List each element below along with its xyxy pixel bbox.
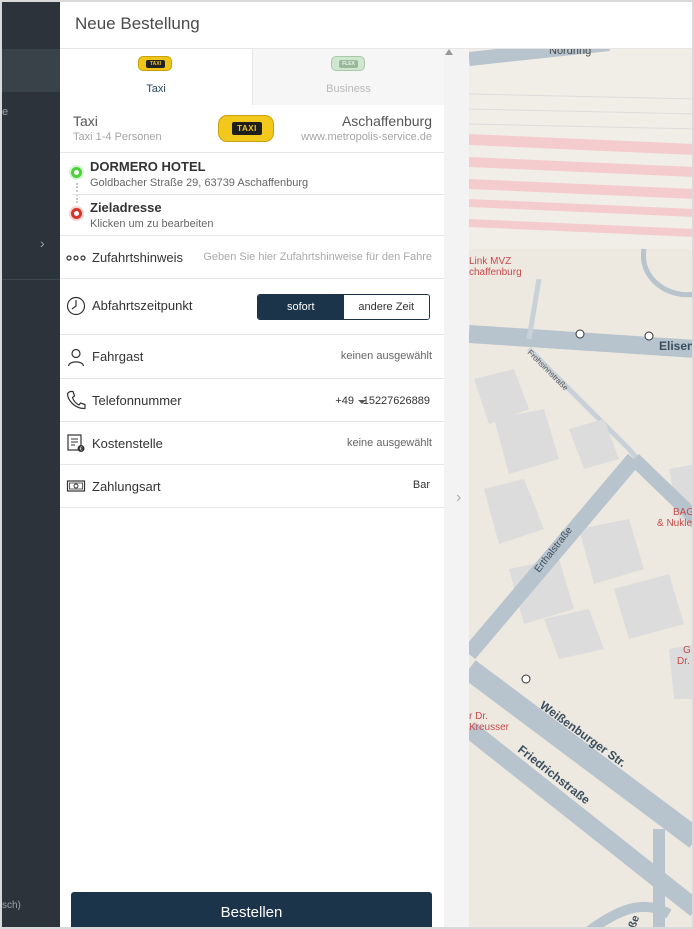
departure-label: Abfahrtszeitpunkt xyxy=(92,298,193,313)
clock-icon xyxy=(66,296,86,316)
pickup-name[interactable]: DORMERO HOTEL xyxy=(90,159,206,174)
passenger-row[interactable]: Fahrgast keinen ausgewählt xyxy=(60,335,444,379)
map-label-bag: BAG xyxy=(673,507,694,518)
map-label-elisen: Elisen xyxy=(659,339,694,353)
payment-value[interactable]: Bar xyxy=(413,479,430,491)
route-connector xyxy=(76,183,78,203)
phone-row: Telefonnummer +49 15227626889 xyxy=(60,379,444,422)
taxi-sign: TAXI xyxy=(232,122,262,135)
country-code-select[interactable]: +49 xyxy=(335,395,354,407)
destination-label[interactable]: Zieladresse xyxy=(90,200,162,215)
map-label-bag-2: & Nukle xyxy=(657,518,692,529)
svg-text:€: € xyxy=(80,447,83,453)
phone-number-input[interactable]: 15227626889 xyxy=(363,395,430,407)
passenger-label: Fahrgast xyxy=(92,349,144,364)
panel-collapse-strip[interactable]: › xyxy=(444,49,469,927)
sidebar-active-item[interactable] xyxy=(2,49,60,92)
taxi-sign: TAXI xyxy=(146,60,165,68)
pickup-address[interactable]: Goldbacher Straße 29, 63739 Aschaffenbur… xyxy=(90,177,308,189)
map-label-poi-1b: chaffenburg xyxy=(469,267,522,278)
departure-row: Abfahrtszeitpunkt sofort andere Zeit xyxy=(60,279,444,335)
header: Neue Bestellung xyxy=(60,2,692,49)
map-canvas[interactable]: Nordring Link MVZ chaffenburg Elisen Fro… xyxy=(469,49,694,929)
phone-label: Telefonnummer xyxy=(92,393,182,408)
tab-business[interactable]: FLEX Business xyxy=(252,49,444,105)
departure-toggle: sofort andere Zeit xyxy=(257,294,430,320)
cash-icon xyxy=(66,480,86,492)
taxi-car-icon: TAXI xyxy=(138,56,172,71)
cost-center-label: Kostenstelle xyxy=(92,436,163,451)
map-label-dr: Dr. xyxy=(677,656,690,667)
cost-center-value[interactable]: keine ausgewählt xyxy=(347,437,432,449)
map-label-kreusser-1: r Dr. xyxy=(469,711,488,722)
person-icon xyxy=(67,348,85,367)
access-note-input[interactable]: Geben Sie hier Zufahrtshinweise für den … xyxy=(203,251,432,263)
business-car-icon: FLEX xyxy=(331,56,365,71)
passenger-value[interactable]: keinen ausgewählt xyxy=(341,350,432,362)
sidebar-divider xyxy=(2,279,60,280)
scroll-up-icon[interactable] xyxy=(445,49,453,55)
cost-center-row[interactable]: € Kostenstelle keine ausgewählt xyxy=(60,422,444,465)
order-button[interactable]: Bestellen xyxy=(71,892,432,927)
destination-marker-icon xyxy=(71,208,82,219)
more-dots-icon xyxy=(66,255,86,261)
map-label-poi-1: Link MVZ xyxy=(469,256,511,267)
vehicle-name: Taxi xyxy=(73,113,98,129)
page-title: Neue Bestellung xyxy=(75,14,200,33)
sidebar-footer-text[interactable]: sch) xyxy=(2,900,21,911)
payment-row[interactable]: Zahlungsart Bar xyxy=(60,465,444,508)
route-section: DORMERO HOTEL Goldbacher Straße 29, 6373… xyxy=(60,153,444,236)
app-window: e › sch) Neue Bestellung TAXI Taxi FLEX … xyxy=(0,0,694,929)
map[interactable]: Nordring Link MVZ chaffenburg Elisen Fro… xyxy=(469,49,694,929)
access-note-row[interactable]: Zufahrtshinweis Geben Sie hier Zufahrtsh… xyxy=(60,236,444,279)
route-divider xyxy=(72,194,444,195)
vehicle-subtitle: Taxi 1-4 Personen xyxy=(73,131,162,143)
vehicle-tabs: TAXI Taxi FLEX Business xyxy=(60,49,444,105)
tab-taxi[interactable]: TAXI Taxi xyxy=(60,49,252,105)
chevron-right-icon[interactable]: › xyxy=(456,489,461,507)
pickup-marker-icon xyxy=(71,167,82,178)
payment-label: Zahlungsart xyxy=(92,479,161,494)
phone-icon xyxy=(66,390,86,410)
sidebar: e › sch) xyxy=(2,2,60,927)
departure-other-time-button[interactable]: andere Zeit xyxy=(343,295,429,319)
order-panel: TAXI Taxi FLEX Business Taxi Taxi 1-4 Pe… xyxy=(60,49,444,927)
map-label-g: G xyxy=(683,645,691,656)
sidebar-label-fragment[interactable]: e xyxy=(2,106,8,118)
departure-now-button[interactable]: sofort xyxy=(258,295,344,319)
access-note-label: Zufahrtshinweis xyxy=(92,250,184,265)
tab-taxi-label: Taxi xyxy=(146,83,166,95)
invoice-icon: € xyxy=(67,434,85,453)
vehicle-city: Aschaffenburg xyxy=(341,113,432,129)
chevron-right-icon[interactable]: › xyxy=(40,235,45,251)
business-sign: FLEX xyxy=(339,60,358,68)
vehicle-website: www.metropolis-service.de xyxy=(301,131,432,143)
vehicle-info: Taxi Taxi 1-4 Personen TAXI Aschaffenbur… xyxy=(60,105,444,153)
map-label-kreusser-2: Kreusser xyxy=(469,722,510,733)
map-label-nordring: Nordring xyxy=(549,49,591,57)
destination-hint[interactable]: Klicken um zu bearbeiten xyxy=(90,218,214,230)
taxi-car-icon: TAXI xyxy=(218,115,274,142)
tab-business-label: Business xyxy=(326,83,371,95)
